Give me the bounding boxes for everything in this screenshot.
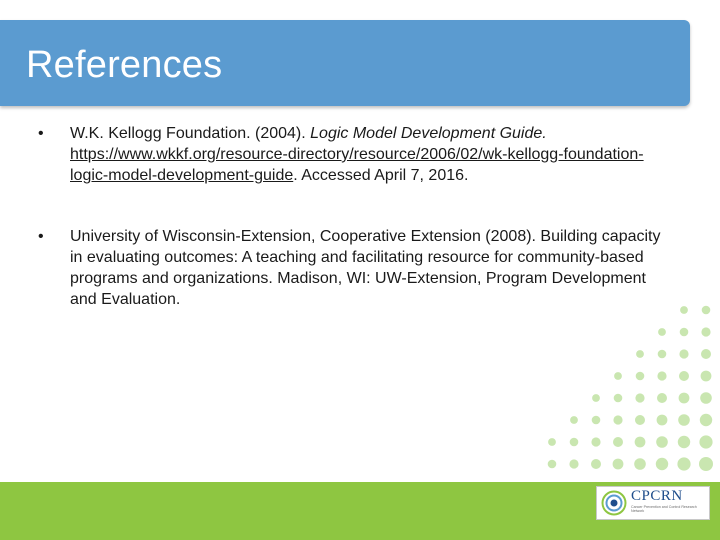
decorative-dot — [635, 371, 645, 381]
decorative-dot — [635, 415, 645, 425]
bullet-icon: • — [38, 125, 44, 142]
cpcrn-logo: CPCRN Cancer Prevention and Control Rese… — [596, 486, 710, 520]
decorative-dot — [700, 370, 712, 382]
logo-mark-icon — [601, 490, 627, 516]
decorative-dot — [657, 393, 667, 403]
decorative-dot-pattern — [547, 305, 713, 471]
decorative-dot — [677, 457, 691, 471]
decorative-dot — [613, 415, 623, 425]
decorative-dot — [678, 392, 690, 404]
decorative-dot — [701, 349, 711, 359]
decorative-dot — [658, 328, 666, 336]
reference-accessed: . Accessed April 7, 2016. — [293, 167, 469, 184]
decorative-dot — [591, 459, 601, 469]
decorative-dot — [591, 437, 601, 447]
decorative-dot — [655, 457, 669, 471]
logo-tagline: Cancer Prevention and Control Research N… — [631, 505, 697, 514]
decorative-dot — [656, 414, 668, 426]
decorative-dot — [634, 458, 646, 470]
decorative-dot — [699, 413, 713, 427]
decorative-dot — [699, 457, 713, 471]
decorative-dot — [614, 372, 622, 380]
reference-text: W.K. Kellogg Foundation. (2004). Logic M… — [70, 123, 670, 186]
decorative-dot — [656, 436, 668, 448]
decorative-dot — [634, 436, 646, 448]
decorative-dot — [701, 327, 711, 337]
decorative-dot — [612, 458, 624, 470]
decorative-dot — [679, 371, 689, 381]
slide-title: References — [26, 44, 223, 86]
logo-wordmark: CPCRN — [631, 488, 683, 504]
decorative-dot — [677, 435, 691, 449]
decorative-dot — [679, 349, 689, 359]
decorative-dot — [636, 350, 644, 358]
decorative-dot — [657, 349, 667, 359]
decorative-dot — [700, 392, 712, 404]
decorative-dot — [592, 394, 600, 402]
reference-title: Logic Model Development Guide. — [310, 125, 547, 142]
reference-text: University of Wisconsin-Extension, Coope… — [70, 228, 661, 308]
bullet-icon: • — [38, 228, 44, 245]
decorative-dot — [678, 414, 690, 426]
decorative-dot — [679, 327, 689, 337]
decorative-dot — [635, 393, 645, 403]
decorative-dot — [680, 306, 688, 314]
decorative-dot — [613, 393, 623, 403]
decorative-dot — [570, 416, 578, 424]
decorative-dot — [547, 459, 557, 469]
reference-author-year: W.K. Kellogg Foundation. (2004). — [70, 125, 311, 142]
decorative-dot — [569, 437, 579, 447]
decorative-dot — [613, 437, 623, 447]
decorative-dot — [699, 435, 713, 449]
decorative-dot — [569, 459, 579, 469]
decorative-dot — [701, 305, 711, 315]
decorative-dot — [591, 415, 601, 425]
decorative-dot — [548, 438, 556, 446]
decorative-dot — [657, 371, 667, 381]
